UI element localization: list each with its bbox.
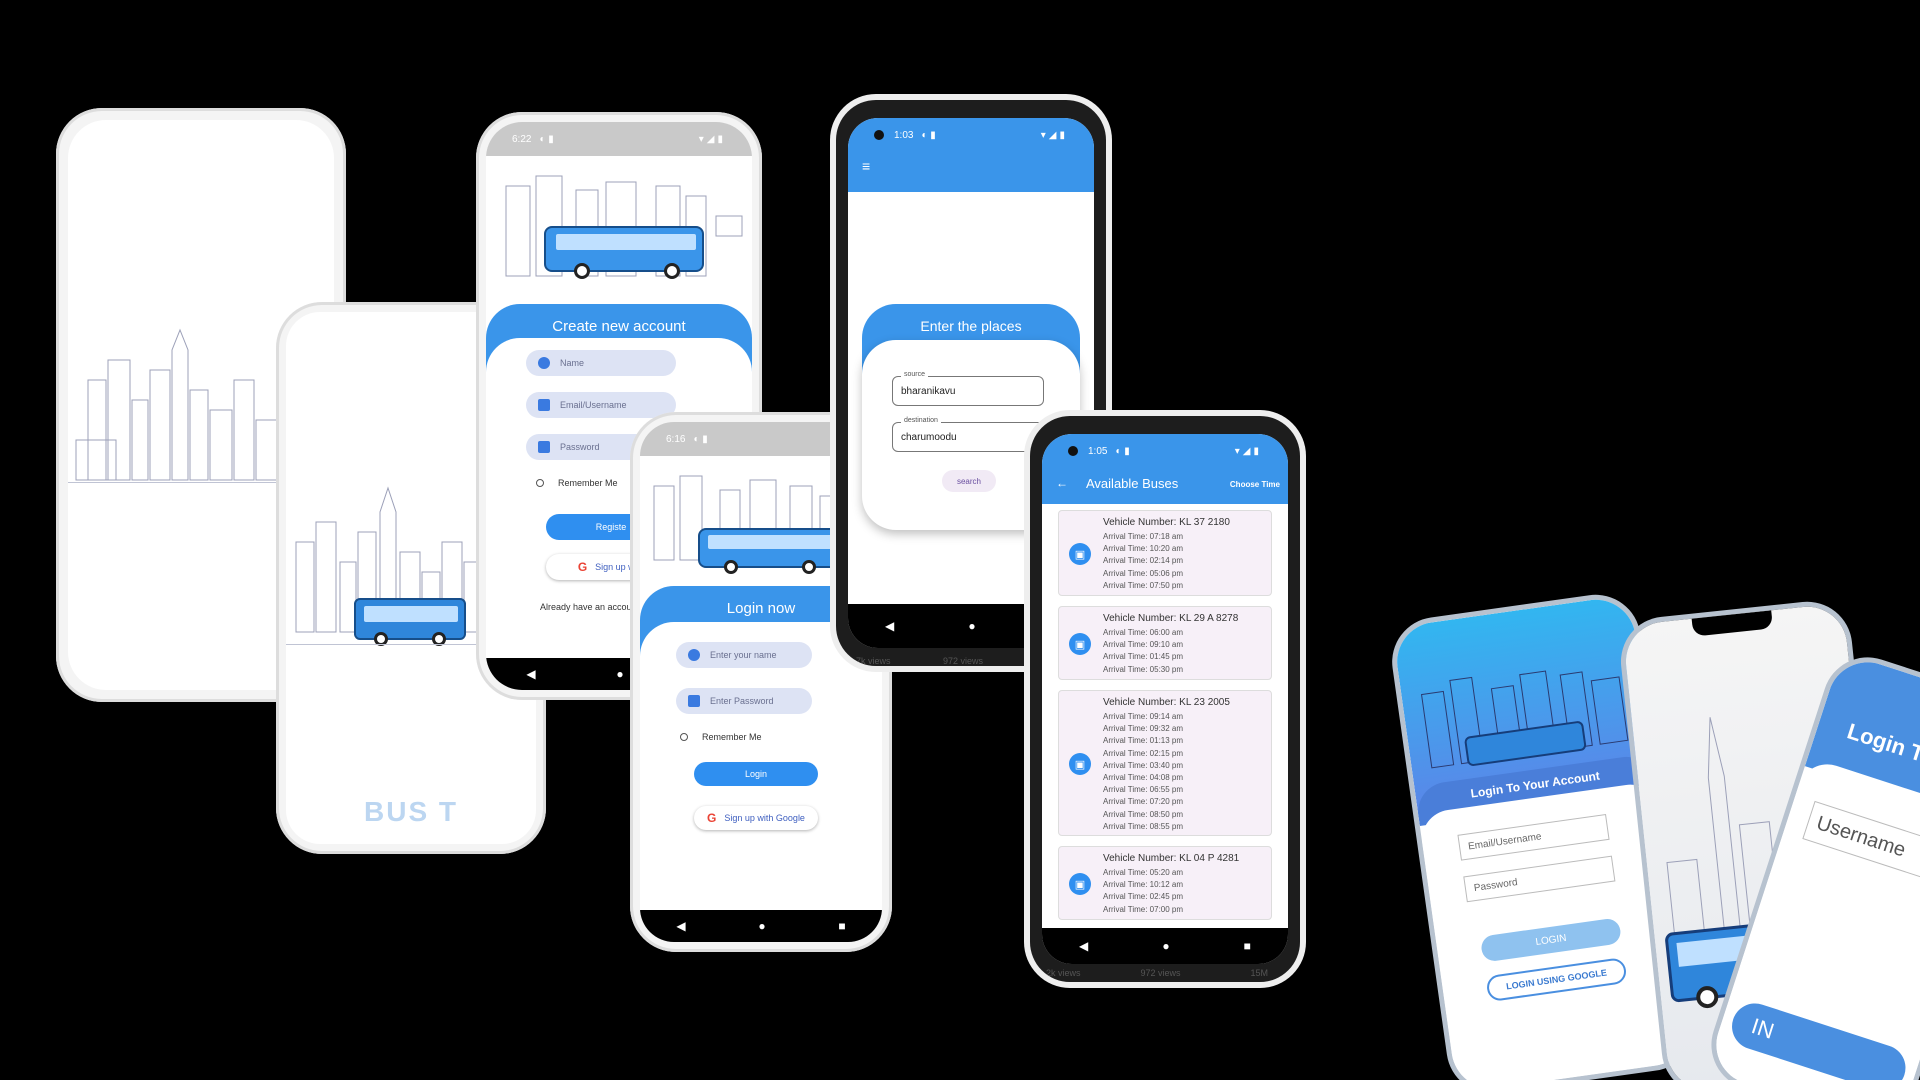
recents-nav-icon[interactable]: ■ xyxy=(838,919,845,933)
signal-icons: ▾◢▮ xyxy=(1234,445,1262,457)
app-header: 1:05 ◐ ▮ ▾◢▮ ← Available Buses Choose Ti… xyxy=(1042,434,1288,504)
person-icon xyxy=(538,357,550,369)
page-title: Available Buses xyxy=(1086,476,1179,491)
remember-radio[interactable] xyxy=(680,733,688,741)
nav-bar: ◀ ● ■ xyxy=(640,910,882,942)
email-field[interactable]: Email/Username xyxy=(1457,814,1610,861)
buses-screen: 1:05 ◐ ▮ ▾◢▮ ← Available Buses Choose Ti… xyxy=(1042,434,1288,964)
nav-bar: ◀ ● ■ xyxy=(1042,928,1288,964)
bus-icon: ▣ xyxy=(1069,873,1091,895)
login-card: Enter your name Enter Password Remember … xyxy=(640,622,882,910)
remember-radio[interactable] xyxy=(536,479,544,487)
status-time: 6:22 xyxy=(512,133,532,145)
remember-me[interactable]: Remember Me xyxy=(536,478,618,488)
mail-icon xyxy=(538,399,550,411)
bus-icon: ▣ xyxy=(1069,753,1091,775)
arrival-times: Arrival Time: 07:18 am Arrival Time: 10:2… xyxy=(1103,532,1184,590)
bus-icon: ▣ xyxy=(1069,633,1091,655)
status-icons: ◐ ▮ xyxy=(693,433,708,445)
menu-icon[interactable]: ≡ xyxy=(862,158,870,174)
bus-illustration xyxy=(354,598,466,646)
destination-field[interactable]: destination charumoodu xyxy=(892,417,1044,452)
status-bar: 1:03 ◐ ▮ ▾◢▮ xyxy=(848,118,1094,152)
app-logo: BUS T xyxy=(364,796,458,827)
status-bar: 6:22 ◐ ▮ ▾◢▮ xyxy=(486,122,752,156)
arrival-times: Arrival Time: 05:20 am Arrival Time: 10:1… xyxy=(1103,868,1184,914)
recents-nav-icon[interactable]: ■ xyxy=(1244,939,1251,953)
choose-time-button[interactable]: Choose Time xyxy=(1230,480,1280,489)
bus-card[interactable]: ▣ Vehicle Number: KL 23 2005 Arrival Tim… xyxy=(1058,690,1272,836)
bus-illustration xyxy=(544,226,704,279)
notch xyxy=(1691,610,1774,637)
arrival-times: Arrival Time: 06:00 am Arrival Time: 09:1… xyxy=(1103,628,1184,674)
bus-illustration xyxy=(698,528,838,574)
name-field[interactable]: Name xyxy=(526,350,676,376)
google-icon: G xyxy=(707,811,717,825)
lock-icon xyxy=(688,695,700,707)
source-field[interactable]: source bharanikavu xyxy=(892,371,1044,406)
status-time: 6:16 xyxy=(666,433,686,445)
camera-hole xyxy=(874,130,884,140)
google-login-button[interactable]: LOGIN USING GOOGLE xyxy=(1485,956,1628,1003)
vehicle-number: Vehicle Number: KL 04 P 4281 xyxy=(1103,853,1240,864)
behind-text: 2k views 972 views 15M xyxy=(1046,968,1269,978)
page-title: Enter the places xyxy=(920,318,1022,334)
status-icons: ◐ ▮ xyxy=(921,129,936,141)
status-icons: ◐ ▮ xyxy=(539,133,554,145)
vehicle-number: Vehicle Number: KL 29 A 8278 xyxy=(1103,613,1239,624)
have-account-text[interactable]: Already have an accou xyxy=(540,602,632,612)
vehicle-number: Vehicle Number: KL 23 2005 xyxy=(1103,697,1230,708)
bus-card[interactable]: ▣ Vehicle Number: KL 37 2180 Arrival Tim… xyxy=(1058,510,1272,596)
back-nav-icon[interactable]: ◀ xyxy=(1079,939,1088,953)
bus-card[interactable]: ▣ Vehicle Number: KL 04 P 4281 Arrival T… xyxy=(1058,846,1272,920)
search-button[interactable]: search xyxy=(942,470,996,492)
signal-icons: ▾◢▮ xyxy=(1040,129,1068,141)
status-time: 1:03 xyxy=(894,129,914,141)
google-icon: G xyxy=(577,560,588,574)
behind-text: 7k views 972 views xyxy=(856,656,984,666)
status-icons: ◐ ▮ xyxy=(1115,445,1130,457)
home-nav-icon[interactable]: ● xyxy=(968,619,975,633)
back-nav-icon[interactable]: ◀ xyxy=(676,919,685,933)
page-title: Create new account xyxy=(552,318,686,335)
google-signup-button[interactable]: G Sign up with Google xyxy=(694,806,818,830)
camera-hole xyxy=(1068,446,1078,456)
home-nav-icon[interactable]: ● xyxy=(1162,939,1169,953)
app-header: 1:03 ◐ ▮ ▾◢▮ ≡ xyxy=(848,118,1094,192)
login-button[interactable]: IN xyxy=(1726,997,1912,1080)
signal-icons: ▾◢▮ xyxy=(698,133,726,145)
back-nav-icon[interactable]: ◀ xyxy=(885,619,894,633)
status-time: 1:05 xyxy=(1088,445,1108,457)
email-field[interactable]: Email/Username xyxy=(526,392,676,418)
login-button[interactable]: LOGIN xyxy=(1479,917,1623,963)
arrival-times: Arrival Time: 09:14 am Arrival Time: 09:3… xyxy=(1103,712,1184,831)
lock-icon xyxy=(538,441,550,453)
buses-phone: 1:05 ◐ ▮ ▾◢▮ ← Available Buses Choose Ti… xyxy=(1030,416,1300,982)
back-arrow-icon[interactable]: ← xyxy=(1056,476,1068,490)
remember-me[interactable]: Remember Me xyxy=(680,732,762,742)
status-bar: 1:05 ◐ ▮ ▾◢▮ xyxy=(1042,434,1288,468)
back-nav-icon[interactable]: ◀ xyxy=(526,667,535,681)
login-button[interactable]: Login xyxy=(694,762,818,786)
home-nav-icon[interactable]: ● xyxy=(758,919,765,933)
person-icon xyxy=(688,649,700,661)
bus-icon: ▣ xyxy=(1069,543,1091,565)
home-nav-icon[interactable]: ● xyxy=(616,667,623,681)
password-field[interactable]: Password xyxy=(1463,855,1616,903)
password-field[interactable]: Enter Password xyxy=(676,688,812,714)
vehicle-number: Vehicle Number: KL 37 2180 xyxy=(1103,517,1230,528)
bus-card[interactable]: ▣ Vehicle Number: KL 29 A 8278 Arrival T… xyxy=(1058,606,1272,680)
username-field[interactable]: Username xyxy=(1802,800,1920,889)
name-field[interactable]: Enter your name xyxy=(676,642,812,668)
